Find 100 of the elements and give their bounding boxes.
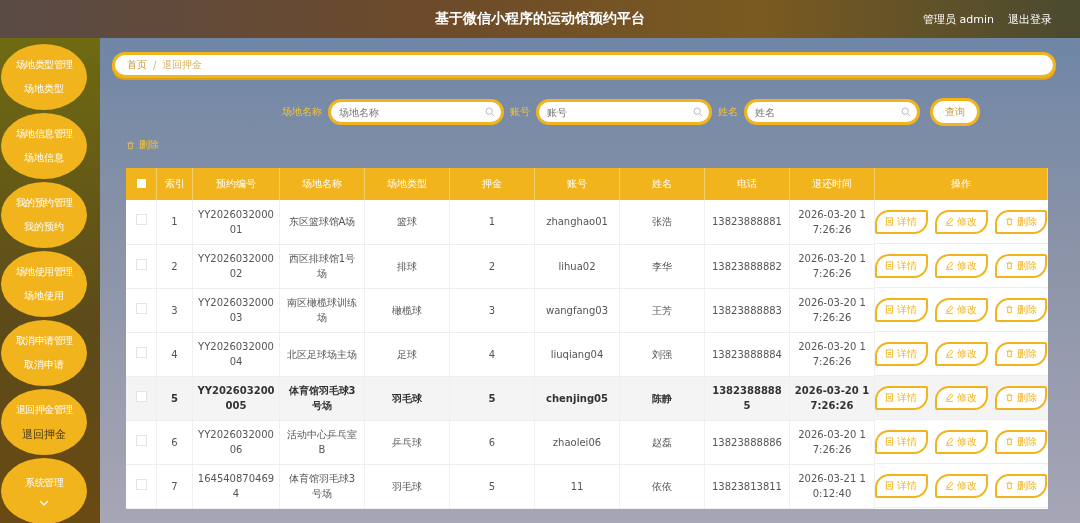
delete-button[interactable]: 删除 [994,341,1048,366]
table-cell: lihua02 [558,260,596,272]
row-checkbox[interactable] [135,390,147,402]
document-icon [885,437,895,446]
column-header: 场地名称 [279,168,365,200]
delete-button[interactable]: 删除 [994,473,1048,498]
table-cell: 羽毛球 [392,392,422,404]
detail-button[interactable]: 详情 [875,297,928,322]
table-cell: chenjing05 [546,392,608,404]
table-row[interactable]: 3 YY202603200003 南区橄榄球训练场 橄榄球 3 wangfang03 王芳 13823888883 2026-03-20 17:26:26 详情 修改 删除 [126,288,1048,332]
edit-button[interactable]: 修改 [934,385,988,410]
table-cell: YY202603200001 [198,208,274,235]
table-cell: 7 [171,480,178,492]
trash-icon [1005,217,1015,226]
logout-link[interactable]: 退出登录 [1008,11,1052,27]
row-checkbox[interactable] [135,302,147,314]
search-button[interactable]: 查询 [930,98,980,126]
menu-group-title[interactable]: 场地类型管理 [15,58,73,72]
column-header: 退还时间 [789,168,875,200]
menu-item[interactable]: 退回押金 [22,426,66,442]
trash-icon [1005,481,1015,490]
search-field[interactable]: 账号 [536,99,712,125]
menu-group-title[interactable]: 我的预约管理 [15,196,73,210]
search-field[interactable]: 场地名称 [328,99,504,125]
detail-button[interactable]: 详情 [875,341,928,366]
row-checkbox[interactable] [135,434,147,446]
table-cell: 活动中心乒乓室B [287,429,357,455]
select-all-checkbox[interactable] [136,178,146,188]
row-checkbox[interactable] [135,346,147,358]
menu-item[interactable]: 场地信息 [24,151,64,165]
table-row[interactable]: 5 YY202603200005 体育馆羽毛球3号场 羽毛球 5 chenjing05 陈静 13823888885 2026-03-20 17:26:26 详情 修改 删除 [126,376,1048,420]
table-cell: 13823888883 [712,304,782,316]
edit-button[interactable]: 修改 [934,297,988,322]
delete-button[interactable]: 删除 [994,209,1048,234]
delete-button[interactable]: 删除 [126,138,159,152]
table-cell: 1645408704694 [197,473,275,499]
table-cell: 13823888882 [712,260,782,272]
table-cell: 3 [488,304,496,316]
pencil-icon [945,349,955,358]
edit-button[interactable]: 修改 [934,209,988,234]
table-cell: 2026-03-20 17:26:26 [798,429,866,455]
trash-icon [1005,393,1015,402]
row-checkbox[interactable] [135,214,147,226]
detail-button[interactable]: 详情 [875,473,928,498]
detail-button[interactable]: 详情 [875,385,928,410]
edit-button[interactable]: 修改 [934,253,988,278]
table-row[interactable]: 7 1645408704694 体育馆羽毛球3号场 羽毛球 5 11 依依 13823813811 2026-03-21 10:12:40 详情 修改 删除 [126,464,1048,508]
field-label: 场地名称 [282,105,322,119]
column-header: 电话 [704,168,790,200]
search-field[interactable]: 姓名 [744,99,920,125]
edit-button[interactable]: 修改 [934,429,988,454]
detail-button[interactable]: 详情 [875,209,928,234]
edit-button[interactable]: 修改 [934,341,988,366]
menu-group-title[interactable]: 退回押金管理 [15,402,73,417]
pencil-icon [945,305,955,314]
table-cell: 足球 [397,348,417,360]
row-checkbox[interactable] [135,478,147,490]
menu-item[interactable]: 场地使用 [24,289,64,303]
menu-group-title[interactable]: 取消申请管理 [15,334,73,348]
table-cell: 东区篮球馆A场 [288,216,356,228]
delete-button[interactable]: 删除 [994,429,1048,454]
table-row[interactable]: 2 YY202603200002 西区排球馆1号场 排球 2 lihua02 李华 13823888882 2026-03-20 17:26:26 详情 修改 删除 [126,244,1048,288]
user-label: 管理员 admin [923,11,994,27]
column-header: 押金 [449,168,535,200]
detail-button[interactable]: 详情 [875,429,928,454]
table-cell: 2026-03-20 17:26:26 [798,208,866,235]
edit-button[interactable]: 修改 [934,473,988,498]
table-row[interactable]: 6 YY202603200006 活动中心乒乓室B 乒乓球 6 zhaolei06 赵磊 13823888886 2026-03-20 17:26:26 详情 修改 删除 [126,420,1048,464]
menu-item[interactable]: 我的预约 [24,220,64,234]
table-cell: 3 [171,304,178,316]
menu-group-title[interactable]: 场地信息管理 [15,127,73,141]
table-cell: 李华 [652,260,672,272]
delete-button[interactable]: 删除 [994,297,1048,322]
breadcrumb-item: 退回押金 [162,58,203,72]
table-row[interactable]: 1 YY202603200001 东区篮球馆A场 篮球 1 zhanghao01 张浩 13823888881 2026-03-20 17:26:26 详情 修改 删除 [126,200,1048,244]
trash-icon [1005,305,1015,314]
menu-item[interactable]: 取消申请 [24,358,64,372]
breadcrumb-item[interactable]: 首页 [127,58,147,72]
pencil-icon [945,261,955,270]
row-checkbox[interactable] [135,258,147,270]
column-header: 姓名 [619,168,705,200]
detail-button[interactable]: 详情 [875,253,928,278]
table-cell: 13823888886 [712,436,782,448]
table-cell: 1 [488,216,496,228]
table-cell: YY202603200002 [198,253,274,279]
document-icon [885,481,895,490]
table-cell: 陈静 [652,392,672,404]
field-label: 账号 [510,105,530,119]
table-cell: YY202603200003 [198,297,274,323]
trash-icon [1005,349,1015,358]
table-cell: 5 [488,392,496,404]
trash-icon [1005,261,1015,270]
delete-button[interactable]: 删除 [994,385,1048,410]
menu-group-title[interactable]: 系统管理 [25,476,63,490]
table-row[interactable]: 4 YY202603200004 北区足球场主场 足球 4 liuqiang04 刘强 13823888884 2026-03-20 17:26:26 详情 修改 删除 [126,332,1048,376]
menu-group-title[interactable]: 场地使用管理 [15,265,73,279]
pencil-icon [945,437,955,446]
document-icon [885,217,895,226]
menu-item[interactable]: 场地类型 [24,82,64,96]
delete-button[interactable]: 删除 [994,253,1048,278]
